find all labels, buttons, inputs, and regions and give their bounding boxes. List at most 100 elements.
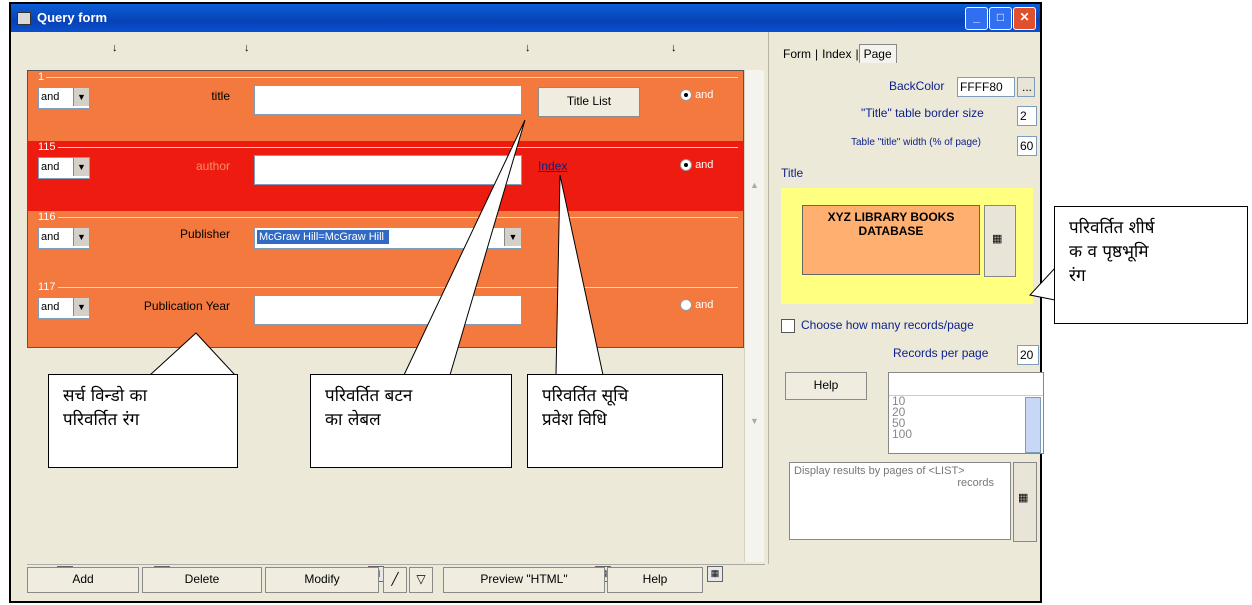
list-header (889, 373, 1043, 396)
query-row: 1 and ▼ title Title List and (28, 71, 743, 142)
row-number: 117 (38, 281, 58, 293)
callout-line: परिवर्तित शीर्ष (1069, 218, 1155, 238)
list-item[interactable]: 100 (889, 428, 1043, 440)
column-marker-arrow[interactable]: ↓ (112, 42, 118, 54)
add-button[interactable]: Add (27, 567, 139, 593)
title-properties-button[interactable]: ▦ (984, 205, 1016, 277)
display-properties-button[interactable]: ▦ (1013, 462, 1037, 542)
title-section-label: Title (781, 166, 804, 180)
records-per-page-input[interactable]: 20 (1017, 345, 1039, 365)
choose-records-label: Choose how many records/page (801, 318, 974, 332)
title-preview: XYZ LIBRARY BOOKS DATABASE (802, 205, 980, 275)
column-marker-arrow[interactable]: ↓ (525, 42, 531, 54)
chevron-down-icon[interactable]: ▼ (73, 228, 89, 246)
backcolor-input[interactable]: FFFF80 (957, 77, 1015, 97)
scroll-up-icon[interactable]: ▲ (750, 180, 759, 190)
display-text-line-2: records (957, 477, 994, 489)
delete-button[interactable]: Delete (142, 567, 262, 593)
help-button[interactable]: Help (607, 567, 703, 593)
row-number: 1 (38, 71, 47, 83)
modify-button[interactable]: Modify (265, 567, 379, 593)
radio-dot-icon[interactable] (680, 159, 692, 172)
list-item[interactable]: 10 (889, 395, 1043, 407)
callout-line: रंग (1069, 265, 1086, 286)
title-preview-area: XYZ LIBRARY BOOKS DATABASE ▦ (781, 188, 1033, 304)
operator-value: and (41, 161, 60, 173)
records-list[interactable]: 10 20 50 100 (888, 372, 1044, 454)
border-size-input[interactable]: 2 (1017, 106, 1037, 126)
list-item[interactable]: 50 (889, 417, 1043, 429)
row-number: 116 (38, 211, 58, 223)
index-link[interactable]: Index (538, 159, 567, 173)
scroll-down-icon[interactable]: ▼ (750, 416, 759, 426)
callout-title-bg: परिवर्तित शीर्ष क व पृष्ठभूमि रंग (1054, 206, 1248, 324)
callout-line: क व पृष्ठभूमि (1069, 241, 1149, 262)
chevron-down-icon[interactable]: ▼ (73, 298, 89, 316)
settings-tabs: Form | Index | Page (779, 44, 897, 63)
app-icon (17, 12, 31, 25)
title-width-input[interactable]: 60 (1017, 136, 1037, 156)
radio-label: and (695, 159, 714, 171)
move-down-button[interactable]: ▽ (409, 567, 433, 593)
author-input[interactable] (254, 155, 522, 185)
minimize-button[interactable]: _ (965, 7, 988, 30)
properties-icon: ▦ (992, 233, 1003, 245)
operator-select[interactable]: and ▼ (38, 87, 90, 109)
vertical-scrollbar[interactable]: ▲ ▼ (744, 70, 764, 562)
chevron-down-icon[interactable]: ▼ (73, 88, 89, 106)
title-input[interactable] (254, 85, 522, 115)
display-text-line-1: Display results by pages of <LIST> (794, 465, 965, 477)
column-marker-arrow[interactable]: ↓ (244, 42, 250, 54)
tab-page[interactable]: Page (858, 44, 897, 63)
radio-dot-icon[interactable] (680, 89, 692, 102)
tab-index[interactable]: Index (818, 45, 855, 63)
callout-line: प्रवेश विधि (542, 409, 607, 430)
callout-search-window: सर्च विन्डो का परिवर्तित रंग (48, 374, 238, 468)
query-row: 115 and ▼ author Index and (28, 141, 743, 212)
field-label: Publication Year (143, 299, 230, 313)
properties-icon: ▦ (1018, 492, 1029, 504)
row-divider (38, 217, 738, 218)
radio-label: and (695, 299, 714, 311)
query-row: 117 and ▼ Publication Year and (28, 281, 743, 347)
maximize-button[interactable]: □ (989, 7, 1012, 30)
operator-value: and (41, 91, 60, 103)
page-settings-panel: Form | Index | Page BackColor FFFF80 ... "Ti… (768, 32, 1044, 564)
chevron-down-icon[interactable]: ▼ (73, 158, 89, 176)
radio-dot-icon[interactable] (680, 299, 692, 312)
title-list-button[interactable]: Title List (538, 87, 640, 117)
records-checkbox[interactable] (781, 319, 795, 333)
title-line-1: XYZ LIBRARY BOOKS (827, 210, 955, 224)
column-marker-arrow[interactable]: ↓ (671, 42, 677, 54)
operator-select[interactable]: and ▼ (38, 157, 90, 179)
preview-html-button[interactable]: Preview "HTML" (443, 567, 605, 593)
color-picker-button[interactable]: ... (1017, 77, 1035, 97)
and-radio[interactable]: and (680, 299, 714, 312)
move-up-button[interactable]: ╱ (383, 567, 407, 593)
list-scrollbar[interactable] (1025, 397, 1041, 453)
field-label: title (211, 89, 230, 103)
operator-value: and (41, 301, 60, 313)
operator-select[interactable]: and ▼ (38, 227, 90, 249)
operator-select[interactable]: and ▼ (38, 297, 90, 319)
callout-line: परिवर्तित रंग (63, 409, 140, 430)
operator-value: and (41, 231, 60, 243)
publisher-select[interactable]: McGraw Hill=McGraw Hill ▼ (254, 227, 522, 249)
and-radio[interactable]: and (680, 159, 714, 172)
help-button[interactable]: Help (785, 372, 867, 400)
search-rows: 1 and ▼ title Title List and 115 and ▼ aut… (27, 70, 744, 348)
close-button[interactable]: ✕ (1013, 7, 1036, 30)
query-pane: ↓ ↓ ↓ ↓ 1 and ▼ title Title List and 115 … (11, 32, 766, 584)
row-divider (38, 77, 738, 78)
and-radio[interactable]: and (680, 89, 714, 102)
border-size-label: "Title" table border size (861, 106, 984, 120)
chevron-down-icon[interactable]: ▼ (504, 228, 521, 246)
year-input[interactable] (254, 295, 522, 325)
callout-line: परिवर्तित सूचि (542, 386, 629, 406)
tab-form[interactable]: Form (779, 45, 815, 63)
title-bar: Query form _ □ ✕ (11, 4, 1040, 32)
radio-label: and (695, 89, 714, 101)
list-item[interactable]: 20 (889, 406, 1043, 418)
display-results-text[interactable]: Display results by pages of <LIST> recor… (789, 462, 1011, 540)
callout-line: सर्च विन्डो का (63, 386, 147, 406)
